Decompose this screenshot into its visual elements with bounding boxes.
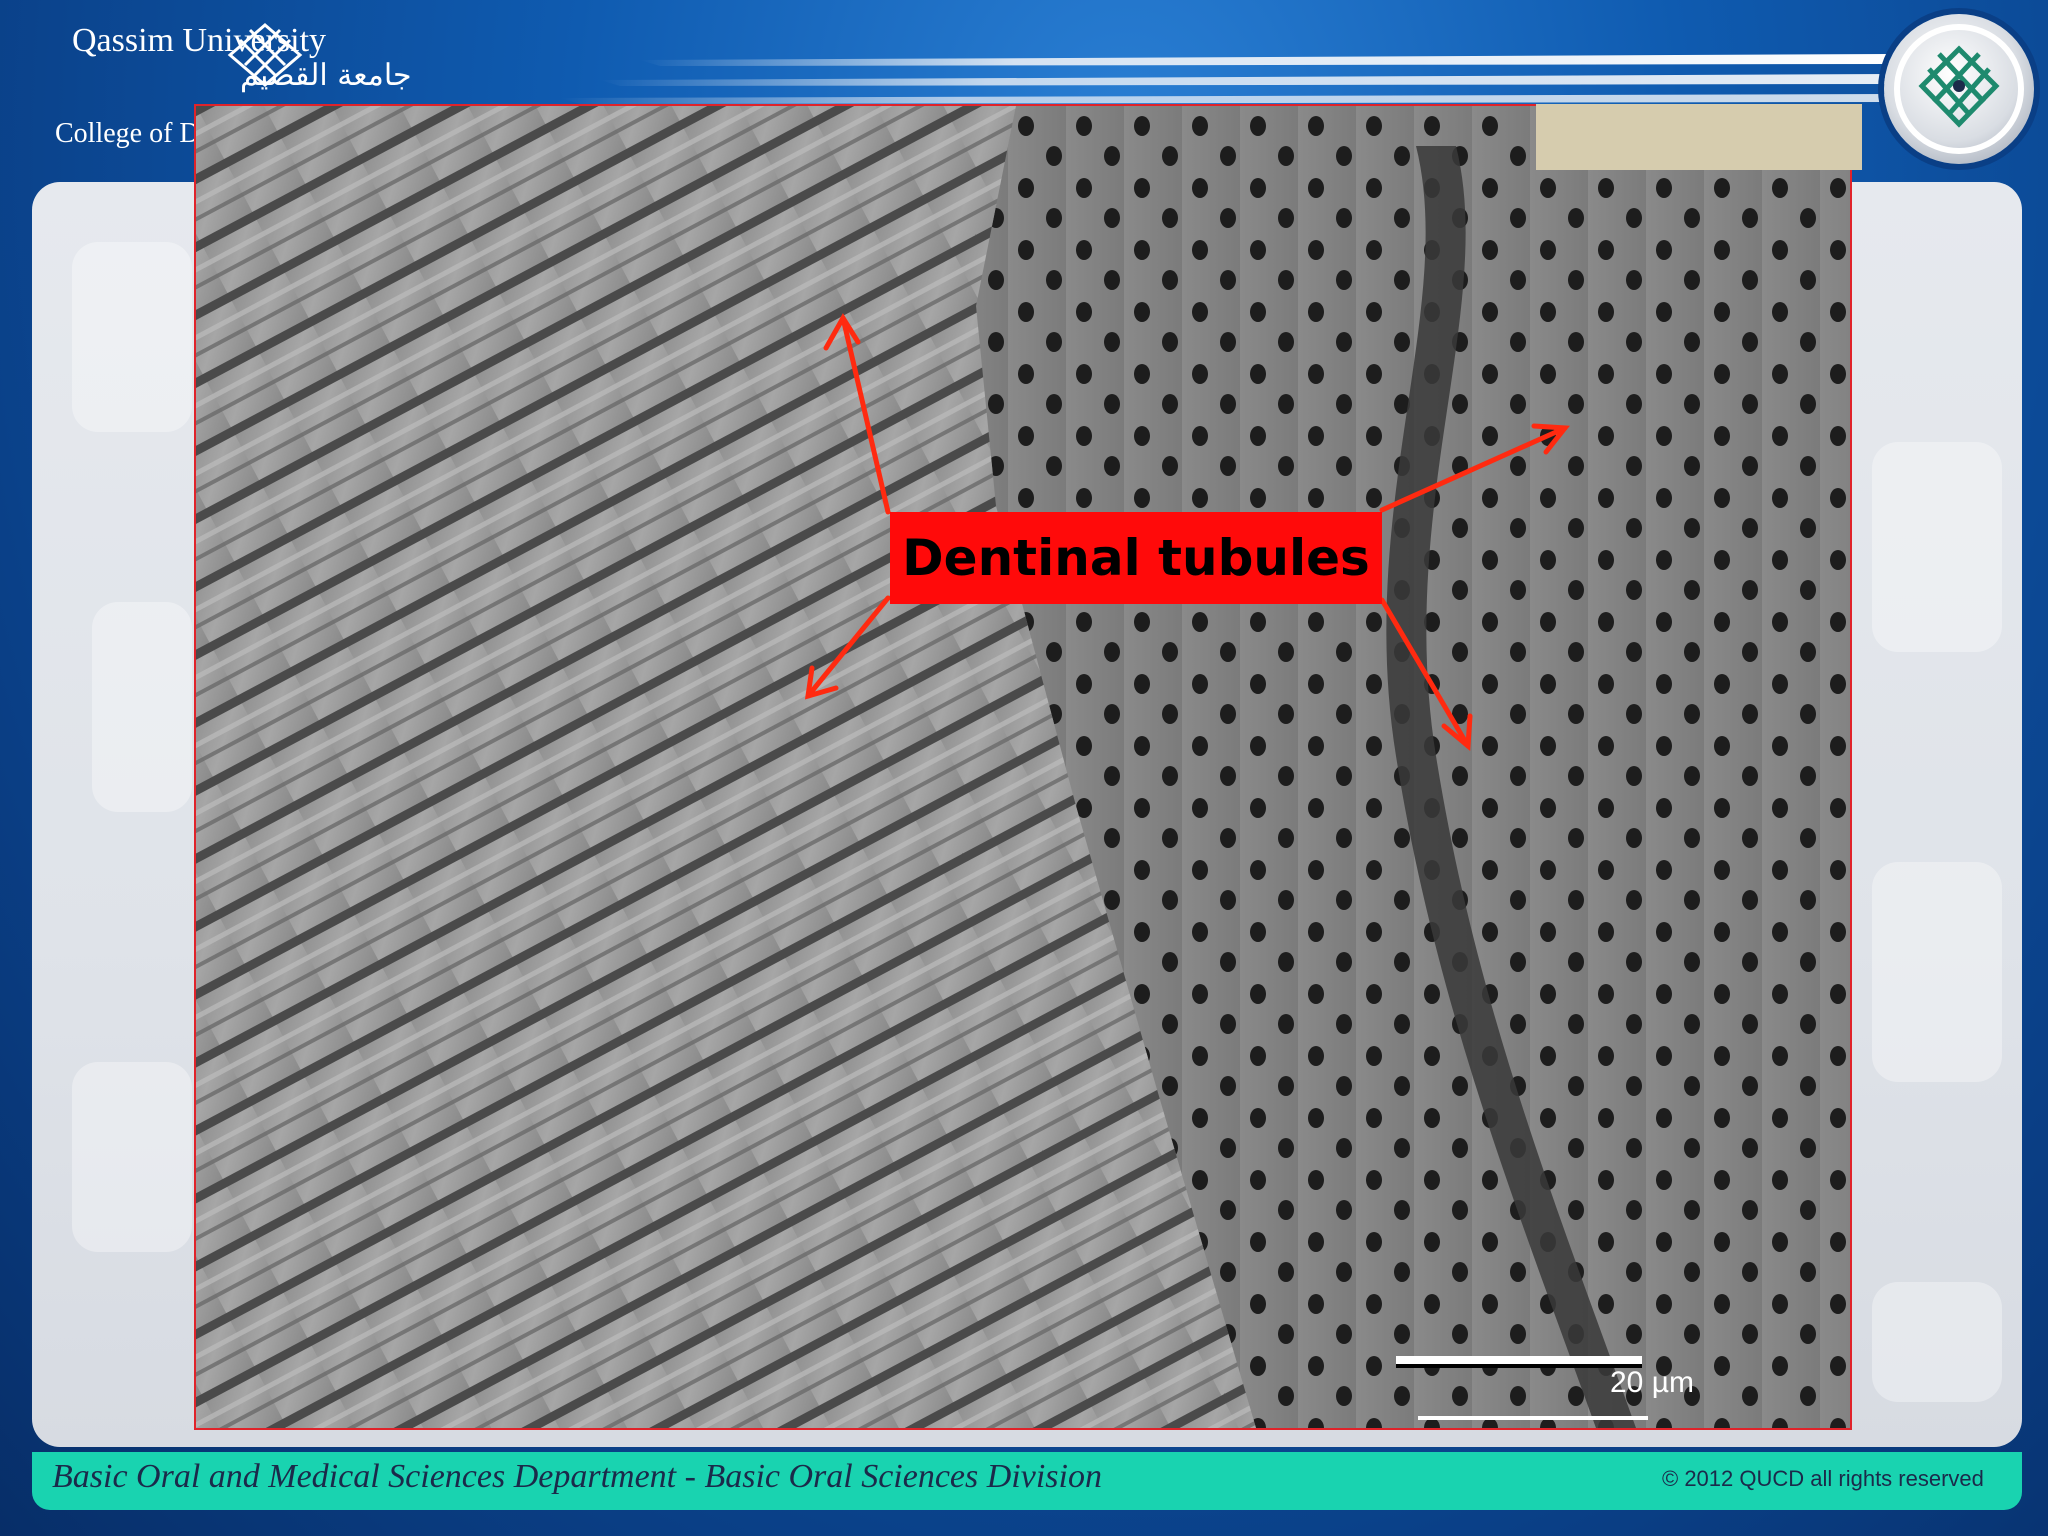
- dentinal-tubules-label: Dentinal tubules: [890, 512, 1382, 604]
- arrow-upper-left: [840, 315, 891, 515]
- footer-department: Basic Oral and Medical Sciences Departme…: [52, 1458, 1102, 1495]
- arrow-lower-right: [1379, 597, 1471, 749]
- arrow-lower-left: [805, 595, 891, 699]
- annotation-arrows: [804, 313, 1570, 752]
- footer-copyright: © 2012 QUCD all rights reserved: [1662, 1466, 1984, 1491]
- scale-bar-label: 20 µm: [1610, 1366, 1694, 1399]
- arrow-upper-right: [1379, 425, 1568, 513]
- label-text: Dentinal tubules: [902, 529, 1370, 587]
